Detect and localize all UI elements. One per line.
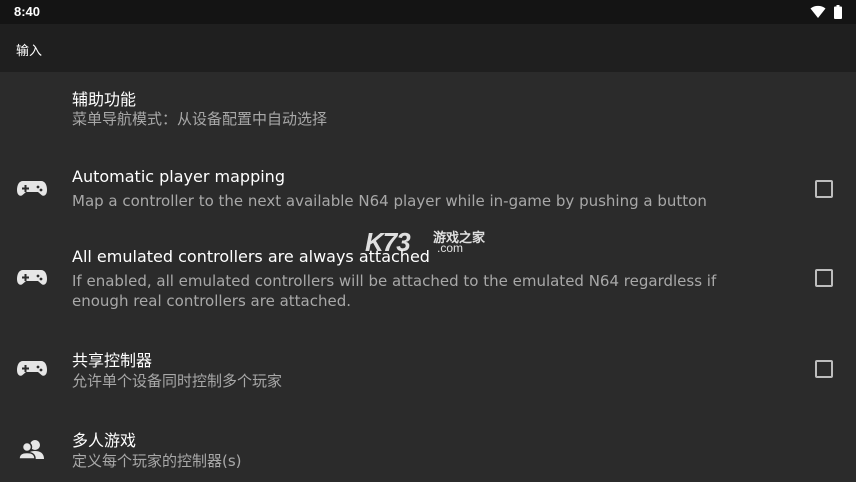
item-title: 多人游戏 [72,431,137,450]
item-title: 辅助功能 [72,90,137,109]
list-item-multiplayer[interactable]: 多人游戏 定义每个玩家的控制器(s) [0,412,856,482]
app-bar: 输入 [0,24,856,72]
wifi-icon [810,5,826,18]
status-icons [810,4,842,20]
item-title: 共享控制器 [72,351,153,370]
watermark-brand: K73 [365,227,411,257]
list-item-automatic-player-mapping[interactable]: Automatic player mapping Map a controlle… [0,152,856,232]
controllers-always-attached-checkbox[interactable] [815,269,833,287]
status-bar: 8:40 [0,0,856,24]
item-summary: 定义每个玩家的控制器(s) [72,452,242,470]
list-item-share-controller[interactable]: 共享控制器 允许单个设备同时控制多个玩家 [0,332,856,412]
item-summary: 允许单个设备同时控制多个玩家 [72,372,283,390]
gamepad-icon [17,361,47,376]
share-controller-checkbox[interactable] [815,360,833,378]
watermark-domain: .com [437,241,464,255]
item-summary: 菜单导航模式：从设备配置中自动选择 [72,110,328,128]
page-title: 输入 [16,44,43,59]
users-icon [18,440,44,460]
automatic-player-mapping-checkbox[interactable] [815,180,833,198]
watermark-logo: K73 游戏之家 .com [365,227,495,257]
status-time: 8:40 [14,4,41,19]
item-summary: Map a controller to the next available N… [72,192,707,210]
settings-list: 辅助功能 菜单导航模式：从设备配置中自动选择 Automatic player … [0,72,856,482]
item-title: Automatic player mapping [72,167,285,186]
gamepad-icon [17,181,47,196]
gamepad-icon [17,270,47,285]
list-item-accessibility[interactable]: 辅助功能 菜单导航模式：从设备配置中自动选择 [0,72,856,152]
item-summary: If enabled, all emulated controllers wil… [72,272,717,310]
battery-icon [834,5,842,19]
